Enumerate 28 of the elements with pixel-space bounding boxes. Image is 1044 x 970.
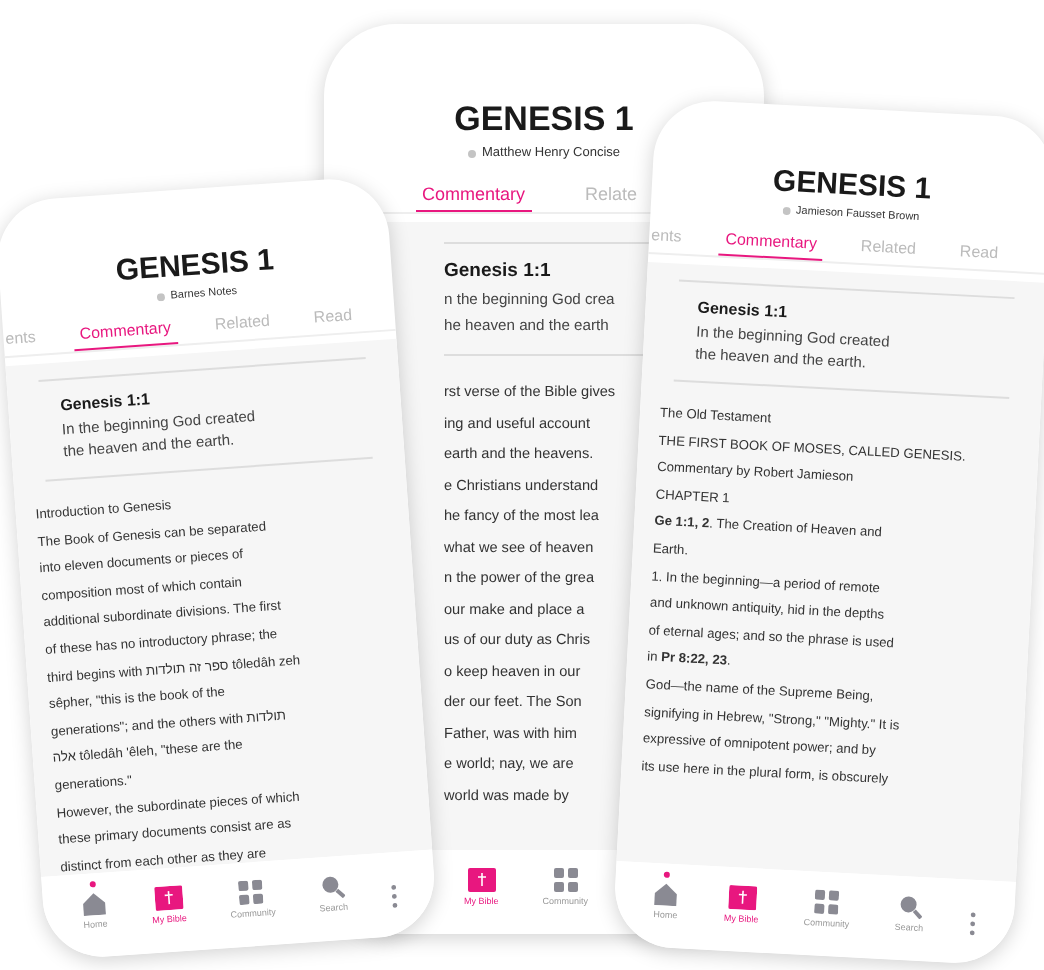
book-icon	[727, 885, 757, 911]
tab[interactable]: ents	[0, 327, 43, 357]
tab[interactable]: Commentary	[73, 318, 179, 352]
dot-icon	[468, 149, 476, 157]
screen-title: GENESIS 1	[454, 100, 634, 140]
verse-reference: Genesis 1:1	[697, 298, 790, 326]
book-icon	[153, 885, 183, 912]
dot-icon	[156, 292, 165, 302]
tab[interactable]: Read	[953, 241, 1005, 271]
verse-reference: Genesis 1:1	[59, 388, 153, 415]
tab[interactable]: Commentary	[718, 229, 824, 261]
tab[interactable]: Related	[208, 311, 278, 342]
search-icon	[319, 873, 346, 900]
tab[interactable]: Relate	[579, 184, 644, 212]
grid-icon	[238, 879, 265, 906]
book-icon	[467, 868, 496, 892]
home-icon	[80, 890, 108, 917]
grid-icon	[553, 868, 578, 892]
tab[interactable]: Commentary	[416, 184, 532, 212]
search-icon	[897, 893, 923, 920]
dot-icon	[781, 206, 791, 216]
tab[interactable]: Read	[307, 305, 360, 335]
tab[interactable]: Related	[853, 236, 923, 267]
tab[interactable]: ents	[644, 225, 688, 254]
screen-title: GENESIS 1	[114, 243, 276, 289]
grid-icon	[814, 889, 841, 915]
screen-title: GENESIS 1	[772, 164, 933, 207]
verse-reference: Genesis 1:1	[444, 260, 553, 282]
